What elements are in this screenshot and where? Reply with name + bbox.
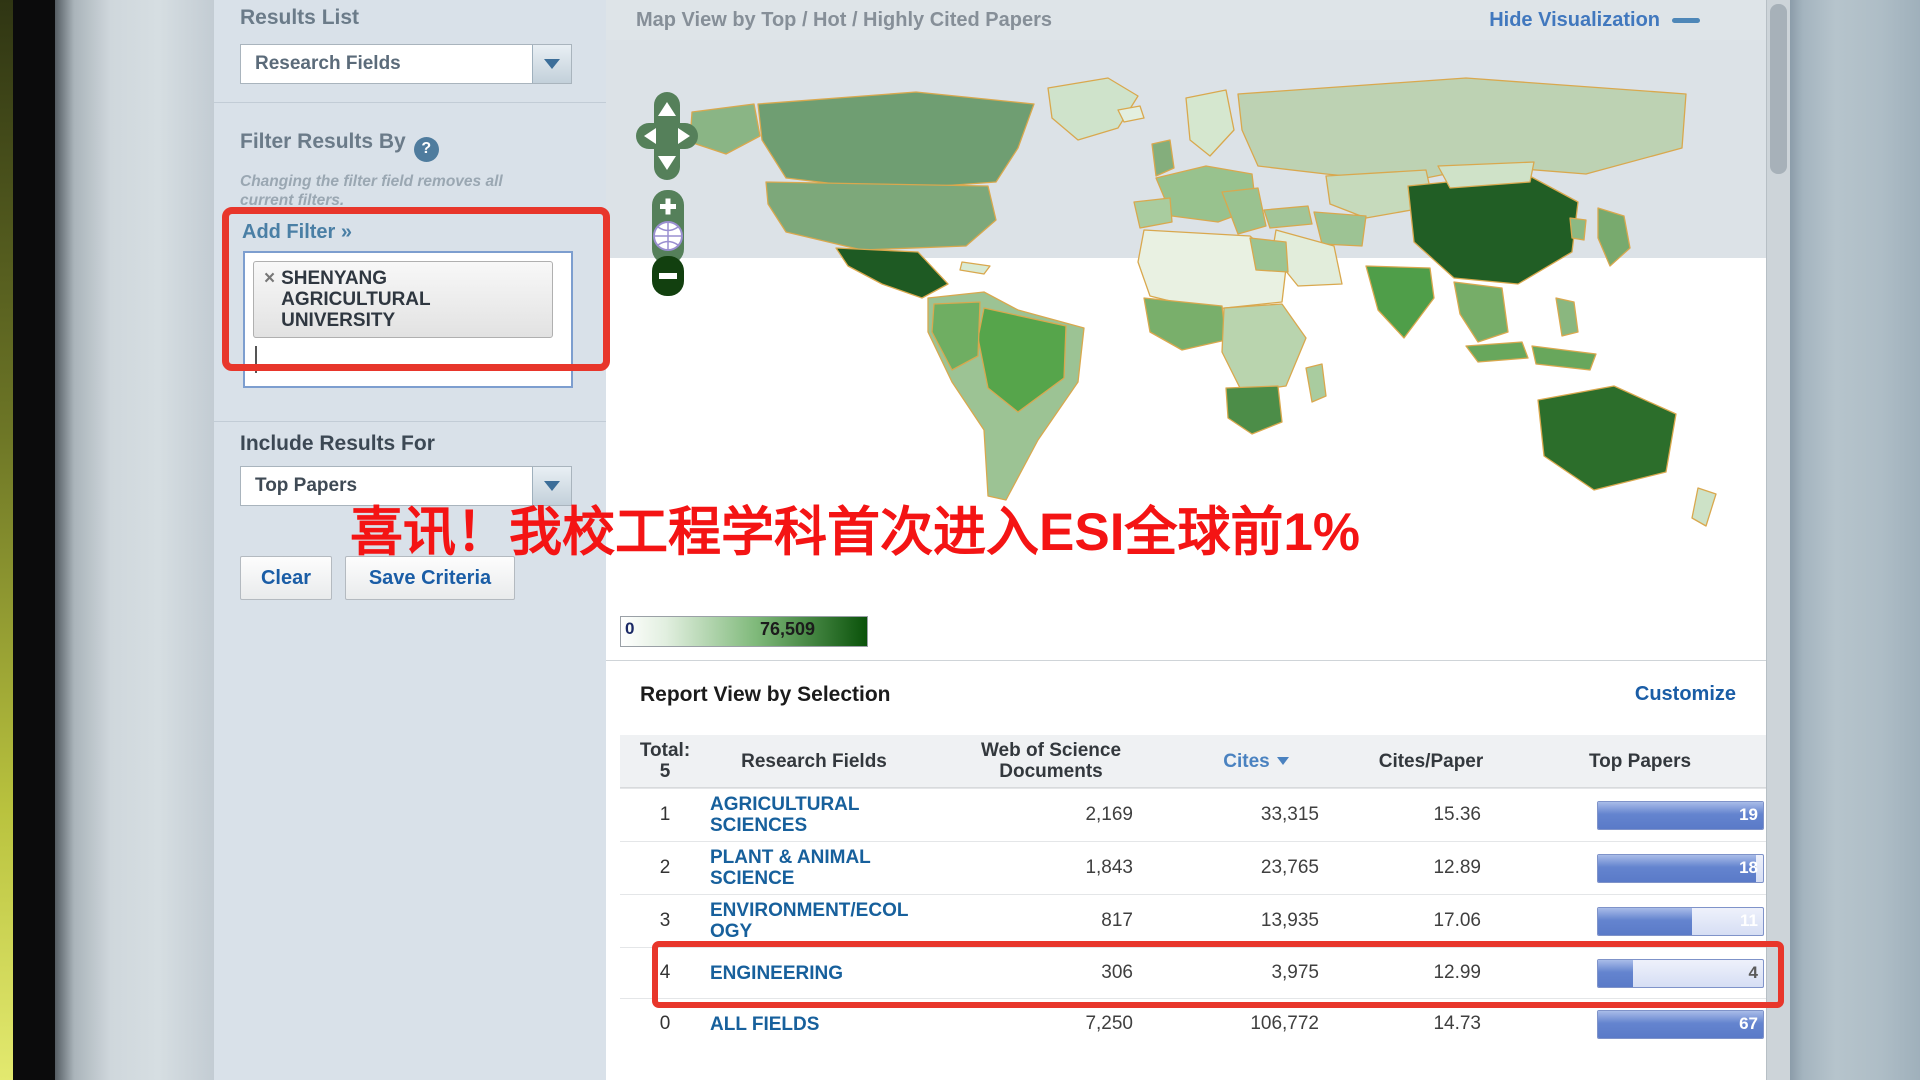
cites-value: 13,935 — [1166, 910, 1346, 932]
divider — [214, 102, 606, 103]
sort-desc-icon — [1277, 757, 1289, 765]
photo-edge-blur-left — [55, 0, 214, 1080]
clear-button[interactable]: Clear — [240, 556, 332, 600]
report-panel: Report View by Selection Customize Total… — [606, 660, 1766, 1081]
legend-min: 0 — [625, 619, 634, 639]
scrollbar-thumb[interactable] — [1770, 4, 1787, 174]
annotation-box-filter — [222, 207, 610, 371]
col-cites-per-paper: Cites/Paper — [1346, 751, 1516, 772]
map-controls[interactable] — [630, 90, 706, 300]
table-row: 1 AGRICULTURAL SCIENCES 2,169 33,315 15.… — [620, 788, 1766, 841]
browser-scrollbar[interactable] — [1766, 0, 1791, 1080]
results-list-label: Results List — [240, 6, 359, 30]
chevron-down-icon — [544, 59, 560, 69]
bar-value: 67 — [1739, 1014, 1758, 1034]
top-papers-bar: 67 — [1597, 1010, 1764, 1039]
row-rank: 1 — [620, 804, 710, 826]
map-header-bar: Map View by Top / Hot / Highly Cited Pap… — [606, 0, 1766, 40]
report-title: Report View by Selection — [640, 683, 891, 707]
results-list-dropdown[interactable]: Research Fields — [240, 44, 572, 84]
map-legend: 0 76,509 — [620, 614, 880, 648]
cpp-value: 15.36 — [1346, 804, 1516, 826]
field-link[interactable]: ENVIRONMENT/ECOLOGY — [710, 895, 936, 947]
hide-visualization-link[interactable]: Hide Visualization — [1489, 9, 1700, 32]
top-papers-bar: 18 — [1597, 854, 1764, 883]
world-map[interactable] — [666, 70, 1770, 536]
bar-value: 19 — [1739, 805, 1758, 825]
bar-value: 18 — [1739, 858, 1758, 878]
row-rank: 3 — [620, 910, 710, 932]
filter-note: Changing the filter field removes all cu… — [240, 172, 540, 210]
field-link[interactable]: PLANT & ANIMAL SCIENCE — [710, 842, 936, 894]
bar-value: 11 — [1740, 911, 1758, 931]
cites-value: 23,765 — [1166, 857, 1346, 879]
cites-value: 33,315 — [1166, 804, 1346, 826]
col-total: Total:5 — [620, 740, 710, 782]
map-view-title: Map View by Top / Hot / Highly Cited Pap… — [636, 9, 1052, 32]
photo-edge-blur-right — [1790, 0, 1920, 1080]
col-top-papers: Top Papers — [1516, 751, 1766, 772]
table-row: 3 ENVIRONMENT/ECOLOGY 817 13,935 17.06 1… — [620, 894, 1766, 947]
docs-value: 817 — [936, 910, 1166, 932]
include-results-heading: Include Results For — [240, 432, 435, 456]
cites-value: 106,772 — [1166, 1013, 1346, 1035]
field-link[interactable]: AGRICULTURAL SCIENCES — [710, 789, 936, 841]
legend-gradient-bar — [620, 616, 868, 647]
top-papers-bar: 19 — [1597, 801, 1764, 830]
col-research-fields: Research Fields — [710, 751, 936, 772]
field-link[interactable]: ALL FIELDS — [710, 1009, 936, 1040]
minus-icon — [1672, 18, 1700, 23]
results-list-dropdown-button[interactable] — [532, 45, 571, 83]
table-row: 2 PLANT & ANIMAL SCIENCE 1,843 23,765 12… — [620, 841, 1766, 894]
divider — [214, 421, 606, 422]
results-list-value: Research Fields — [241, 53, 532, 75]
row-rank: 0 — [620, 1013, 710, 1035]
customize-link[interactable]: Customize — [1635, 683, 1736, 706]
docs-value: 7,250 — [936, 1013, 1166, 1035]
announcement-banner: 喜讯！我校工程学科首次进入ESI全球前1% — [350, 490, 1360, 566]
cpp-value: 12.89 — [1346, 857, 1516, 879]
row-rank: 2 — [620, 857, 710, 879]
legend-max: 76,509 — [760, 619, 815, 640]
col-wos-documents: Web of ScienceDocuments — [936, 740, 1166, 782]
annotation-box-engineering-row — [652, 941, 1784, 1008]
col-cites-sort[interactable]: Cites — [1166, 751, 1346, 772]
docs-value: 1,843 — [936, 857, 1166, 879]
photo-edge-yellow — [0, 0, 13, 1080]
cpp-value: 14.73 — [1346, 1013, 1516, 1035]
cpp-value: 17.06 — [1346, 910, 1516, 932]
photo-edge-black — [13, 0, 55, 1080]
filter-results-heading: Filter Results By? — [240, 130, 439, 162]
docs-value: 2,169 — [936, 804, 1166, 826]
table-header-row: Total:5 Research Fields Web of ScienceDo… — [620, 735, 1766, 788]
help-icon[interactable]: ? — [414, 137, 439, 162]
top-papers-bar: 11 — [1597, 907, 1764, 936]
